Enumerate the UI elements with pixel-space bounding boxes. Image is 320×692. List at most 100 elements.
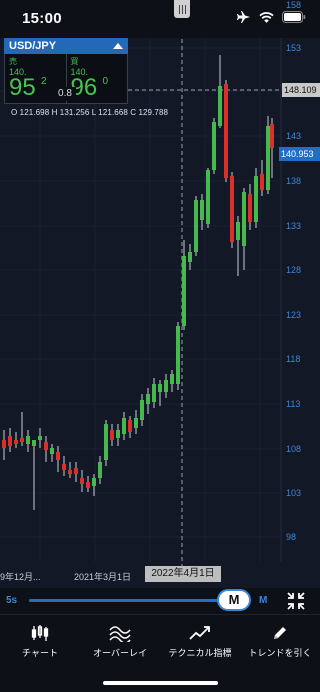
home-indicator xyxy=(103,681,218,685)
y-axis-label: 133 xyxy=(286,221,302,231)
candle-up xyxy=(50,448,54,454)
timeframe-min-label[interactable]: 5s xyxy=(6,595,17,606)
candle-down xyxy=(270,124,274,148)
candle-up xyxy=(266,126,270,190)
candle-down xyxy=(8,436,12,446)
fullscreen-collapse-icon[interactable] xyxy=(287,592,305,610)
technical-indicator-icon xyxy=(189,626,210,640)
status-time: 15:00 xyxy=(22,10,62,27)
wifi-icon xyxy=(259,11,274,23)
y-axis-label: 98 xyxy=(286,532,297,542)
candle-down xyxy=(230,176,234,242)
candle-up xyxy=(92,478,96,486)
y-axis-label: 103 xyxy=(286,488,302,498)
ohlc-readout: O 121.698 H 131.256 L 121.668 C 129.788 xyxy=(11,108,169,117)
candle-up xyxy=(170,374,174,384)
candle-up xyxy=(242,192,246,246)
timeframe-knob[interactable]: M xyxy=(217,589,251,611)
candle-down xyxy=(14,440,18,444)
candle-up xyxy=(236,222,240,240)
candle-down xyxy=(2,440,6,448)
candle-up xyxy=(158,384,162,392)
candle-down xyxy=(248,194,252,222)
candle-up xyxy=(188,252,192,262)
candle-down xyxy=(80,478,84,484)
candlestick-icon xyxy=(31,625,49,641)
candle-up xyxy=(206,170,210,224)
collapse-triangle-icon[interactable] xyxy=(113,43,123,49)
candle-up xyxy=(134,418,138,428)
crosshair-date-tag: 2022年4月1日 xyxy=(145,566,221,582)
candle-down xyxy=(74,468,78,474)
candle-down xyxy=(128,420,132,432)
candle-up xyxy=(140,400,144,420)
currency-pair-label: USD/JPY xyxy=(9,40,57,52)
candle-up xyxy=(164,380,168,392)
y-axis-label: 143 xyxy=(286,131,302,141)
toolbar-technical-label: テクニカル指標 xyxy=(168,648,232,658)
candle-up xyxy=(98,462,102,478)
y-axis-label: 113 xyxy=(286,399,301,409)
candle-up xyxy=(26,436,30,444)
candle-down xyxy=(56,452,60,460)
candle-up xyxy=(212,122,216,170)
candle-up xyxy=(146,394,150,404)
candle-down xyxy=(260,174,264,190)
candle-up xyxy=(200,200,204,220)
y-axis-label: 153 xyxy=(286,43,302,53)
candle-down xyxy=(62,464,66,470)
toolbar-overlay-label: オーバーレイ xyxy=(93,648,147,658)
currency-pair-selector[interactable]: USD/JPY xyxy=(4,38,128,54)
toolbar-chart-button[interactable]: チャート xyxy=(0,623,80,659)
candle-up xyxy=(218,86,222,126)
candle-down xyxy=(44,442,48,450)
toolbar-overlay-button[interactable]: オーバーレイ xyxy=(80,623,160,659)
sell-price-big: 95 xyxy=(9,74,36,101)
last-price-tag: 140.953 xyxy=(279,147,320,161)
buy-price-pip: 0 xyxy=(102,76,109,87)
crosshair-price-tag: 148.109 xyxy=(282,83,320,97)
candle-up xyxy=(152,384,156,402)
candle-down xyxy=(110,430,114,440)
candle-up xyxy=(182,256,186,326)
y-axis-label: 108 xyxy=(286,444,302,454)
overlay-wave-icon xyxy=(109,626,131,642)
toolbar-draw-button[interactable]: トレンドを引く xyxy=(240,623,320,659)
y-axis-label: 138 xyxy=(286,176,302,186)
buy-label: 買 xyxy=(70,57,79,66)
crosshair-drag-handle[interactable] xyxy=(174,0,190,18)
candle-up xyxy=(122,418,126,434)
candle-up xyxy=(104,424,108,460)
candle-down xyxy=(20,438,24,442)
spread-value: 0.8 xyxy=(54,87,76,101)
candle-up xyxy=(176,326,180,384)
candle-down xyxy=(68,470,72,474)
toolbar-technical-button[interactable]: テクニカル指標 xyxy=(160,623,240,659)
pencil-icon xyxy=(274,627,286,639)
timeframe-slider[interactable]: 5s M M xyxy=(0,588,320,614)
y-axis-label: 128 xyxy=(286,265,302,275)
timeframe-track[interactable] xyxy=(29,599,225,602)
toolbar-chart-label: チャート xyxy=(22,648,58,658)
candle-down xyxy=(224,84,228,178)
timeframe-max-label[interactable]: M xyxy=(259,595,267,606)
quote-panel: USD/JPY 売 140. 95 2 買 140. 96 0 0.8 xyxy=(4,38,128,104)
y-axis-label: 118 xyxy=(286,354,301,364)
candle-up xyxy=(32,440,36,446)
candle-up xyxy=(254,176,258,222)
sell-label: 売 xyxy=(9,57,17,66)
status-icons xyxy=(237,11,306,23)
sell-price-pip: 2 xyxy=(41,76,47,87)
status-bar: 15:00 xyxy=(0,0,320,38)
toolbar-draw-label: トレンドを引く xyxy=(248,648,312,658)
candle-up xyxy=(116,430,120,438)
x-axis-label: 9年12月... xyxy=(0,572,41,582)
y-axis-label: 158 xyxy=(286,0,302,10)
y-axis-label: 123 xyxy=(286,310,302,320)
candle-up xyxy=(194,200,198,252)
x-axis-label: 2021年3月1日 xyxy=(74,572,132,582)
candle-up xyxy=(38,436,42,440)
candle-down xyxy=(86,482,90,488)
airplane-icon xyxy=(237,11,250,23)
battery-icon xyxy=(282,11,306,23)
